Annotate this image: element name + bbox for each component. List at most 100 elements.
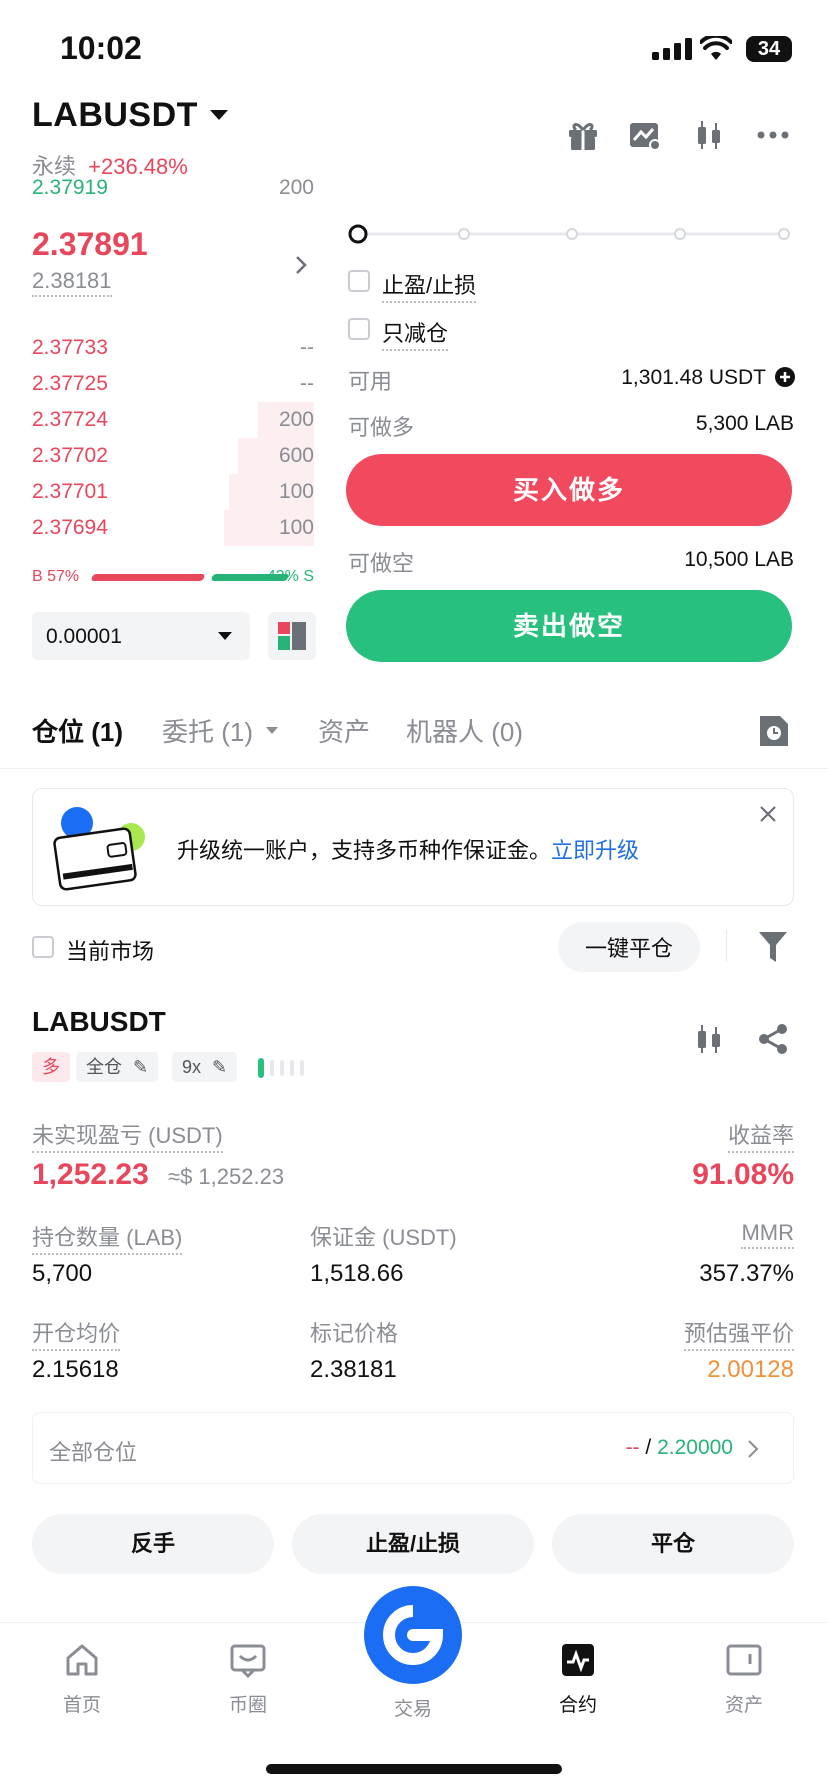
ask-price: 2.37725 [32, 372, 108, 395]
precision-value: 0.00001 [46, 625, 122, 648]
ask-row[interactable]: 2.37701 100 [32, 474, 314, 510]
buy-ratio-label: B 57% [32, 568, 80, 585]
nav-circle[interactable]: 币圈 [198, 1640, 298, 1717]
nav-trade-button[interactable] [364, 1586, 462, 1684]
tpsl-label[interactable]: 止盈/止损 [382, 268, 477, 303]
mark-value: 2.38181 [310, 1356, 397, 1383]
reduce-only-label[interactable]: 只减仓 [382, 316, 449, 351]
roe-label[interactable]: 收益率 [727, 1118, 794, 1153]
orderbook-layout-button[interactable] [268, 612, 316, 660]
buy-ratio-bar [90, 574, 205, 581]
edit-icon: ✎ [133, 1057, 149, 1077]
nav-trade-label[interactable]: 交易 [364, 1694, 462, 1721]
caret-down-icon[interactable] [210, 110, 228, 120]
tab-orders[interactable]: 委托 (1) [162, 712, 253, 749]
leverage-badge[interactable]: 9x ✎ [172, 1052, 238, 1082]
candlestick-icon[interactable] [692, 1022, 726, 1056]
tab-assets[interactable]: 资产 [318, 712, 370, 749]
ask-qty: 600 [278, 444, 314, 467]
tpsl-button[interactable]: 止盈/止损 [292, 1514, 534, 1574]
nav-assets[interactable]: 资产 [694, 1640, 794, 1717]
ask-row[interactable]: 2.37725 -- [32, 366, 314, 402]
ask-row[interactable]: 2.37702 600 [32, 438, 314, 474]
all-positions-row[interactable]: 全部仓位 -- / 2.20000 [32, 1412, 794, 1484]
candlestick-icon[interactable] [692, 118, 726, 152]
upgrade-link[interactable]: 立即升级 [551, 838, 639, 863]
history-doc-icon[interactable] [758, 714, 790, 748]
nav-home[interactable]: 首页 [32, 1640, 132, 1717]
margin-value: 1,518.66 [310, 1260, 404, 1287]
ask-row[interactable]: 2.37733 -- [32, 330, 314, 366]
filter-icon[interactable] [758, 930, 788, 964]
ask-qty: 100 [278, 516, 314, 539]
bid-qty: 200 [278, 176, 314, 199]
chart-settings-icon[interactable] [628, 118, 662, 152]
banner-message: 升级统一账户，支持多币种作保证金。立即升级 [177, 833, 639, 865]
ask-qty: -- [300, 372, 314, 395]
edit-icon: ✎ [212, 1057, 228, 1077]
mark-label: 标记价格 [310, 1321, 399, 1346]
close-position-button[interactable]: 平仓 [552, 1514, 794, 1574]
wallet-icon [726, 1644, 762, 1676]
nav-circle-label: 币圈 [228, 1695, 267, 1716]
pair-title[interactable]: LABUSDT [32, 96, 198, 135]
entry-label[interactable]: 开仓均价 [32, 1316, 121, 1351]
caret-down-icon [218, 632, 232, 640]
ask-price: 2.37701 [32, 480, 108, 503]
plus-circle-icon[interactable] [774, 366, 796, 388]
reduce-only-checkbox[interactable] [348, 318, 370, 340]
roe-value: 91.08% [692, 1158, 794, 1191]
reverse-button[interactable]: 反手 [32, 1514, 274, 1574]
upnl-value: 1,252.23 [32, 1158, 149, 1191]
precision-select[interactable]: 0.00001 [32, 612, 250, 660]
liq-label[interactable]: 预估强平价 [683, 1316, 794, 1351]
nav-futures[interactable]: 合约 [528, 1640, 628, 1717]
bid-price: 2.37919 [32, 176, 108, 199]
buy-long-button[interactable]: 买入做多 [346, 454, 792, 526]
chat-icon [230, 1644, 266, 1679]
tab-bots[interactable]: 机器人 (0) [406, 712, 523, 749]
gift-icon[interactable] [566, 118, 600, 152]
available-value: 1,301.48 USDT [621, 366, 766, 389]
upnl-label[interactable]: 未实现盈亏 (USDT) [32, 1118, 223, 1153]
last-price[interactable]: 2.37891 [32, 226, 148, 263]
nav-assets-label: 资产 [724, 1695, 763, 1716]
caret-down-icon[interactable] [266, 727, 278, 734]
margin-label: 保证金 (USDT) [310, 1225, 457, 1250]
tabs-divider [0, 768, 828, 769]
mark-price[interactable]: 2.38181 [32, 268, 112, 297]
current-market-checkbox[interactable] [32, 936, 54, 958]
leverage-label: 9x [182, 1057, 202, 1077]
long-available-label: 可做多 [348, 415, 415, 440]
sl-value: 2.20000 [657, 1436, 733, 1459]
nav-futures-label: 合约 [558, 1695, 597, 1716]
all-positions-label: 全部仓位 [49, 1440, 138, 1465]
position-symbol[interactable]: LABUSDT [32, 1006, 166, 1038]
chevron-right-icon[interactable] [294, 254, 308, 276]
leverage-slider[interactable] [348, 224, 794, 244]
liq-value: 2.00128 [707, 1356, 794, 1383]
short-available-label: 可做空 [348, 551, 415, 576]
mmr-value: 357.37% [699, 1260, 794, 1287]
ask-qty: -- [300, 336, 314, 359]
futures-icon [562, 1644, 594, 1676]
margin-mode-badge[interactable]: 全仓 ✎ [76, 1052, 159, 1082]
close-all-button[interactable]: 一键平仓 [558, 922, 700, 972]
more-icon[interactable] [756, 118, 790, 152]
chevron-right-icon [748, 1440, 759, 1458]
mmr-label[interactable]: MMR [741, 1220, 794, 1249]
close-icon[interactable] [759, 805, 777, 823]
entry-value: 2.15618 [32, 1356, 119, 1383]
ask-qty: 200 [278, 408, 314, 431]
tab-positions[interactable]: 仓位 (1) [32, 712, 123, 749]
top-bid-row[interactable]: 2.37919 200 [32, 176, 314, 206]
size-label[interactable]: 持仓数量 (LAB) [32, 1220, 183, 1255]
current-market-label[interactable]: 当前市场 [66, 934, 154, 966]
ask-row[interactable]: 2.37724 200 [32, 402, 314, 438]
ask-row[interactable]: 2.37694 100 [32, 510, 314, 546]
status-time: 10:02 [60, 30, 142, 66]
share-icon[interactable] [756, 1022, 790, 1056]
upgrade-banner[interactable]: 升级统一账户，支持多币种作保证金。立即升级 [32, 788, 794, 906]
sell-short-button[interactable]: 卖出做空 [346, 590, 792, 662]
tpsl-checkbox[interactable] [348, 270, 370, 292]
